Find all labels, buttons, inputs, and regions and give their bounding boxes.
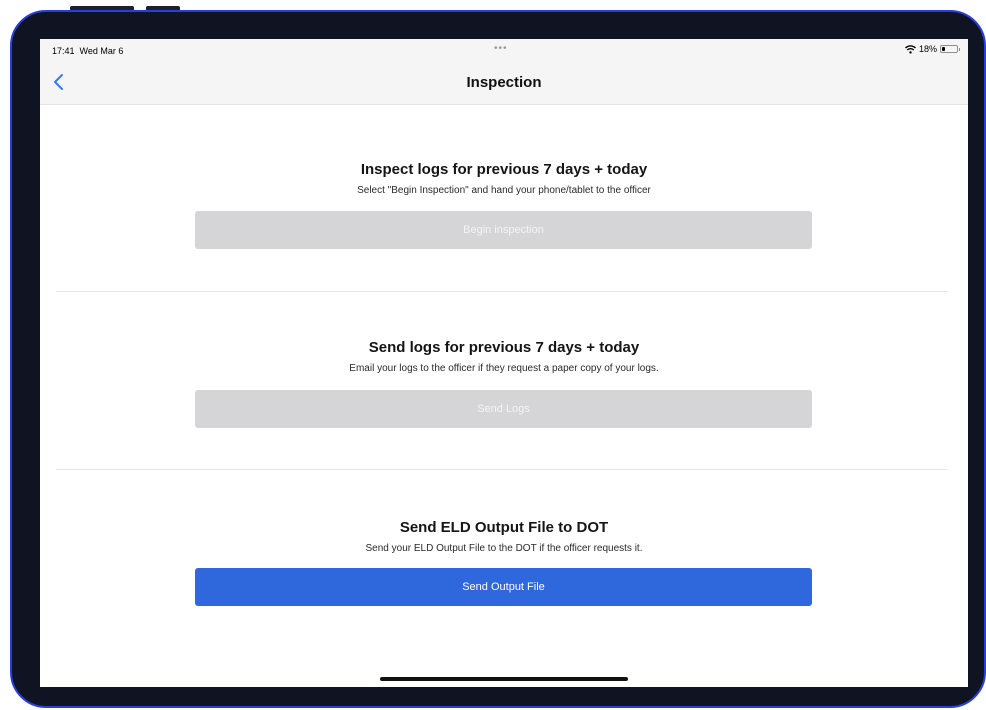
- send-eld-description: Send your ELD Output File to the DOT if …: [365, 543, 643, 554]
- status-bar: 17:41 Wed Mar 6 ••• 18%: [40, 39, 968, 61]
- navigation-bar: Inspection: [40, 61, 968, 105]
- send-logs-section: Send logs for previous 7 days + today Em…: [40, 338, 968, 376]
- battery-tip: [958, 48, 960, 51]
- inspect-logs-title: Inspect logs for previous 7 days + today: [360, 161, 648, 178]
- home-indicator[interactable]: [380, 677, 628, 681]
- inspect-logs-section: Inspect logs for previous 7 days + today…: [40, 160, 968, 198]
- device-screen: 17:41 Wed Mar 6 ••• 18% Inspection Inspe…: [40, 39, 968, 687]
- send-eld-title: Send ELD Output File to DOT: [399, 519, 609, 536]
- send-output-file-button[interactable]: Send Output File: [195, 568, 812, 606]
- status-time-value: 17:41: [52, 46, 75, 56]
- send-logs-description: Email your logs to the officer if they r…: [349, 363, 659, 374]
- send-eld-section: Send ELD Output File to DOT Send your EL…: [40, 518, 968, 556]
- inspect-logs-description: Select "Begin Inspection" and hand your …: [357, 185, 651, 196]
- section-divider: [56, 291, 948, 292]
- battery-percent: 18%: [918, 44, 937, 54]
- send-logs-title: Send logs for previous 7 days + today: [368, 339, 640, 356]
- begin-inspection-button[interactable]: Begin inspection: [195, 211, 812, 249]
- status-indicators: 18%: [904, 44, 960, 54]
- battery-icon: [940, 45, 960, 53]
- status-date: Wed Mar 6: [79, 46, 124, 56]
- send-logs-button[interactable]: Send Logs: [195, 390, 812, 428]
- section-divider: [56, 469, 948, 470]
- page-title: Inspection: [466, 74, 542, 91]
- status-time: 17:41 Wed Mar 6: [52, 46, 123, 56]
- battery-fill: [942, 47, 945, 51]
- multitasking-dots[interactable]: •••: [494, 43, 508, 54]
- wifi-icon: [904, 44, 916, 54]
